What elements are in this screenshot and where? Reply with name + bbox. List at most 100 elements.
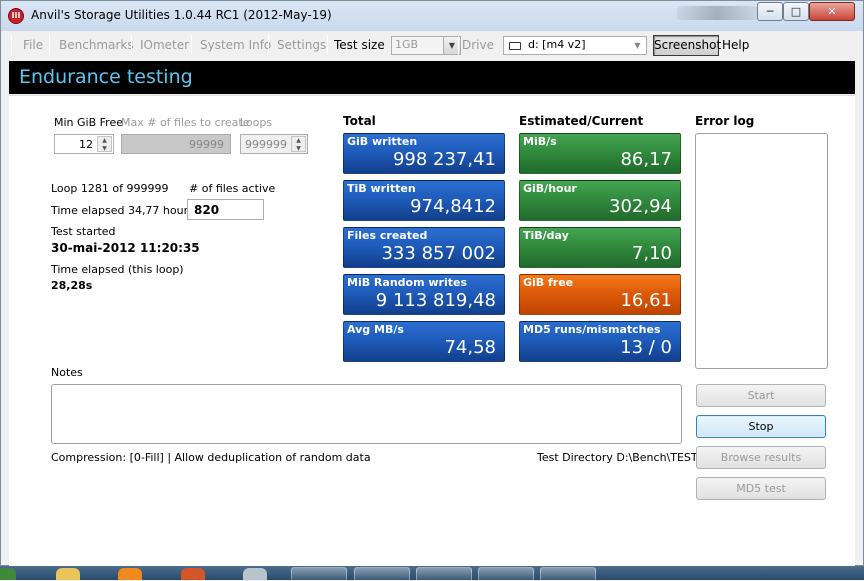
maximize-button[interactable]: □ — [783, 2, 809, 21]
tile-title: GiB free — [523, 276, 574, 289]
menu-bar: File Benchmarks IOmeter System Info Sett… — [9, 32, 855, 59]
files-active-field[interactable]: 820 — [187, 199, 264, 220]
minimize-icon: ─ — [766, 5, 774, 18]
max-files-label: Max # of files to create — [121, 116, 250, 129]
folder-icon[interactable] — [56, 568, 80, 580]
taskbar — [0, 566, 864, 581]
tile-value: 13 / 0 — [620, 337, 672, 358]
menu-separator — [458, 35, 459, 55]
tile-tib-written: TiB written 974,8412 — [343, 180, 505, 221]
tile-title: MiB/s — [523, 135, 557, 148]
spin-arrows-icon[interactable]: ▲ ▼ — [97, 136, 112, 152]
app-logo-icon: III — [8, 8, 24, 24]
page-title: Endurance testing — [19, 66, 193, 88]
test-size-label: Test size — [334, 38, 385, 52]
start-button[interactable]: Start — [696, 384, 826, 407]
menu-help[interactable]: Help — [722, 37, 749, 53]
test-size-value: 1GB — [395, 38, 419, 51]
tile-value: 998 237,41 — [392, 149, 496, 170]
time-elapsed-loop-value: 28,28s — [51, 279, 93, 292]
tool-icon[interactable] — [243, 568, 267, 580]
tile-value: 333 857 002 — [381, 243, 496, 264]
loops-value: 999999 — [245, 138, 287, 151]
files-active-value: 820 — [194, 203, 220, 217]
menu-separator — [191, 35, 192, 55]
drive-label: Drive — [462, 38, 494, 52]
error-log-box[interactable] — [695, 133, 828, 369]
media-icon[interactable] — [118, 568, 142, 580]
tile-title: Avg MB/s — [347, 323, 404, 336]
tile-title: Files created — [347, 229, 428, 242]
tile-title: TiB/day — [523, 229, 569, 242]
tile-value: 302,94 — [609, 196, 672, 217]
md5-test-button[interactable]: MD5 test — [696, 477, 826, 500]
test-started-label: Test started — [51, 225, 116, 238]
menu-file[interactable]: File — [23, 37, 43, 53]
taskbar-window[interactable] — [416, 567, 472, 581]
menu-separator — [327, 35, 328, 55]
tile-gib-free: GiB free 16,61 — [519, 274, 681, 315]
window-title: Anvil's Storage Utilities 1.0.44 RC1 (20… — [31, 8, 332, 22]
tile-title: TiB written — [347, 182, 416, 195]
menu-iometer[interactable]: IOmeter — [140, 37, 189, 53]
notes-label: Notes — [51, 366, 83, 379]
compression-info: Compression: [0-Fill] | Allow deduplicat… — [51, 451, 371, 464]
tile-mib-random-writes: MiB Random writes 9 113 819,48 — [343, 274, 505, 315]
maximize-icon: □ — [790, 5, 802, 18]
drive-select[interactable]: d: [m4 v2] ▼ — [503, 36, 647, 55]
files-active-label: # of files active — [189, 182, 276, 195]
tile-value: 974,8412 — [410, 196, 496, 217]
tile-title: MiB Random writes — [347, 276, 468, 289]
taskbar-window[interactable] — [354, 567, 410, 581]
drive-value: d: [m4 v2] — [528, 38, 586, 51]
tile-value: 7,10 — [631, 243, 672, 264]
max-files-field: 99999 — [121, 134, 231, 154]
test-size-select[interactable]: 1GB ▼ — [391, 36, 461, 55]
menu-separator — [268, 35, 269, 55]
notes-textarea[interactable] — [51, 384, 682, 444]
title-bar[interactable]: III Anvil's Storage Utilities 1.0.44 RC1… — [1, 1, 863, 31]
menu-separator — [131, 35, 132, 55]
tile-md5-runs: MD5 runs/mismatches 13 / 0 — [519, 321, 681, 362]
close-button[interactable]: ✕ — [809, 2, 855, 21]
tile-value: 9 113 819,48 — [375, 290, 496, 311]
tile-gib-written: GiB written 998 237,41 — [343, 133, 505, 174]
estimated-heading: Estimated/Current — [519, 114, 644, 128]
chevron-down-icon: ▼ — [629, 37, 646, 54]
taskbar-anvil[interactable] — [478, 567, 534, 581]
tile-title: MD5 runs/mismatches — [523, 323, 661, 336]
loops-stepper: 999999 ▲ ▼ — [240, 134, 308, 154]
min-gib-free-stepper[interactable]: 12 ▲ ▼ — [54, 134, 114, 154]
test-directory: Test Directory D:\Bench\TEST — [537, 451, 698, 464]
minimize-button[interactable]: ─ — [757, 2, 783, 21]
drive-icon — [509, 42, 521, 50]
min-gib-free-value: 12 — [79, 138, 93, 151]
stop-button[interactable]: Stop — [696, 415, 826, 438]
tile-title: GiB/hour — [523, 182, 577, 195]
tile-title: GiB written — [347, 135, 418, 148]
browse-results-button[interactable]: Browse results — [696, 446, 826, 469]
tile-value: 74,58 — [444, 337, 496, 358]
page-header: Endurance testing — [9, 61, 855, 94]
test-started-value: 30-mai-2012 11:20:35 — [51, 241, 200, 255]
time-elapsed: Time elapsed 34,77 hours — [51, 204, 194, 217]
time-elapsed-loop-label: Time elapsed (this loop) — [51, 263, 184, 276]
total-heading: Total — [343, 114, 376, 128]
app-window: III Anvil's Storage Utilities 1.0.44 RC1… — [0, 0, 864, 566]
taskbar-anvil[interactable] — [540, 567, 596, 581]
start-orb-icon[interactable] — [0, 568, 16, 580]
spin-arrows-icon: ▲ ▼ — [291, 136, 306, 152]
tile-tib-per-day: TiB/day 7,10 — [519, 227, 681, 268]
min-gib-free-label: Min GiB Free — [54, 116, 123, 129]
main-panel: Min GiB Free Max # of files to create Lo… — [9, 95, 855, 566]
menu-system-info[interactable]: System Info — [200, 37, 271, 53]
tile-gib-per-hour: GiB/hour 302,94 — [519, 180, 681, 221]
menu-benchmarks[interactable]: Benchmarks — [59, 37, 134, 53]
menu-settings[interactable]: Settings — [277, 37, 326, 53]
tile-files-created: Files created 333 857 002 — [343, 227, 505, 268]
firefox-icon[interactable] — [181, 568, 205, 580]
screenshot-button[interactable]: Screenshot — [653, 35, 721, 56]
tile-value: 16,61 — [620, 290, 672, 311]
loops-label: Loops — [240, 116, 273, 129]
taskbar-window[interactable] — [291, 567, 347, 581]
